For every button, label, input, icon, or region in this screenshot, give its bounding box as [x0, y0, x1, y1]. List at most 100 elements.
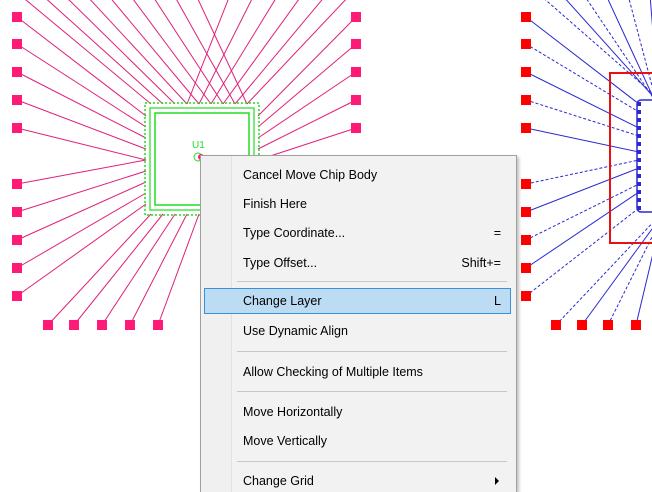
bond-pad	[125, 320, 135, 330]
chip-pin	[637, 102, 641, 106]
right-chip-inner-outline	[636, 99, 652, 213]
menu-item-label: Type Offset...	[243, 256, 318, 270]
bond-wire	[16, 203, 147, 297]
chip-pin	[637, 206, 641, 210]
bond-pad	[12, 179, 22, 189]
context-menu: Cancel Move Chip Body Finish Here Type C…	[200, 155, 517, 492]
chip-pin	[637, 118, 641, 122]
chip-pin	[637, 182, 641, 186]
bond-pad	[521, 179, 531, 189]
bond-wire	[257, 71, 357, 139]
bond-wire	[525, 71, 640, 129]
chip-pin	[637, 150, 641, 154]
bond-pad	[351, 67, 361, 77]
bond-wire	[133, 0, 212, 105]
bond-wire	[210, 0, 276, 105]
bond-wire	[525, 191, 640, 269]
menu-item-change-grid[interactable]: Change Grid	[204, 468, 511, 492]
bond-wire	[73, 213, 164, 326]
bond-pad	[521, 207, 531, 217]
menu-item-label: Change Grid	[243, 474, 314, 488]
bond-wire	[176, 0, 236, 105]
chip-pin	[637, 198, 641, 202]
menu-item-shortcut: Shift+=	[461, 256, 501, 270]
bond-wire	[607, 0, 652, 96]
bond-wire	[525, 183, 640, 241]
bond-pad	[12, 39, 22, 49]
bond-pad	[521, 263, 531, 273]
bond-pad	[153, 320, 163, 330]
menu-item-label: Move Horizontally	[243, 405, 343, 419]
menu-item-type-offset[interactable]: Type Offset... Shift+=	[204, 250, 511, 276]
menu-item-label: Cancel Move Chip Body	[243, 168, 378, 182]
menu-item-label: Change Layer	[243, 294, 322, 308]
chip-designator-label: U1	[192, 140, 205, 151]
bond-pad	[521, 291, 531, 301]
bond-wire	[544, 0, 652, 94]
bond-wire	[234, 0, 323, 105]
bond-pad	[351, 39, 361, 49]
bond-pad	[12, 291, 22, 301]
bond-pad	[521, 39, 531, 49]
bond-wire	[257, 16, 357, 117]
chip-pin	[637, 142, 641, 146]
bond-pad	[12, 95, 22, 105]
bond-pad	[521, 235, 531, 245]
bond-pad	[631, 320, 641, 330]
chip-pin	[637, 190, 641, 194]
bond-pad	[97, 320, 107, 330]
menu-separator	[237, 351, 507, 352]
right-bond-wires	[525, 0, 652, 326]
bond-wire	[16, 99, 147, 150]
bond-wire	[47, 213, 152, 326]
chip-pin	[637, 134, 641, 138]
bond-pad	[521, 95, 531, 105]
bond-pad	[12, 123, 22, 133]
bond-wire	[16, 127, 147, 161]
menu-separator	[237, 281, 507, 282]
bond-wire	[525, 127, 640, 153]
bond-wire	[607, 235, 652, 326]
menu-item-allow-checking-multiple-items[interactable]: Allow Checking of Multiple Items	[204, 359, 511, 385]
chip-pin	[637, 126, 641, 130]
menu-item-move-horizontally[interactable]: Move Horizontally	[204, 399, 511, 425]
bond-wire	[525, 167, 640, 213]
bond-pad	[12, 12, 22, 22]
menu-item-label: Allow Checking of Multiple Items	[243, 365, 423, 379]
menu-item-shortcut: L	[494, 294, 501, 308]
bond-pad	[521, 12, 531, 22]
bond-pad	[521, 67, 531, 77]
menu-item-label: Use Dynamic Align	[243, 324, 348, 338]
bond-pad	[351, 95, 361, 105]
bond-wire	[16, 170, 147, 213]
bond-pad	[12, 207, 22, 217]
menu-item-label: Move Vertically	[243, 434, 328, 448]
bond-pad	[577, 320, 587, 330]
menu-item-change-layer[interactable]: Change Layer L	[204, 288, 511, 314]
bond-wire	[525, 159, 640, 185]
menu-item-use-dynamic-align[interactable]: Use Dynamic Align	[204, 318, 511, 344]
bond-wire	[525, 43, 640, 113]
bond-pad	[521, 123, 531, 133]
menu-item-finish-here[interactable]: Finish Here	[204, 191, 511, 217]
bond-wire	[16, 192, 147, 269]
bond-pad	[351, 12, 361, 22]
bond-wire	[525, 207, 640, 297]
menu-item-move-vertically[interactable]: Move Vertically	[204, 428, 511, 454]
menu-separator	[237, 391, 507, 392]
bond-wire	[565, 0, 652, 96]
bond-wire	[222, 0, 299, 105]
menu-item-shortcut: =	[493, 226, 501, 240]
bond-wire	[16, 71, 147, 139]
bond-pad	[69, 320, 79, 330]
bond-wire	[246, 0, 346, 105]
bond-wire	[186, 0, 229, 105]
menu-item-type-coordinate[interactable]: Type Coordinate... =	[204, 220, 511, 246]
chip-pin	[637, 166, 641, 170]
chip-pin	[637, 110, 641, 114]
menu-item-label: Finish Here	[243, 197, 307, 211]
menu-item-cancel-move-chip-body[interactable]: Cancel Move Chip Body	[204, 162, 511, 188]
bond-wire	[16, 16, 147, 117]
bond-wire	[555, 222, 652, 326]
bond-pad	[603, 320, 613, 330]
